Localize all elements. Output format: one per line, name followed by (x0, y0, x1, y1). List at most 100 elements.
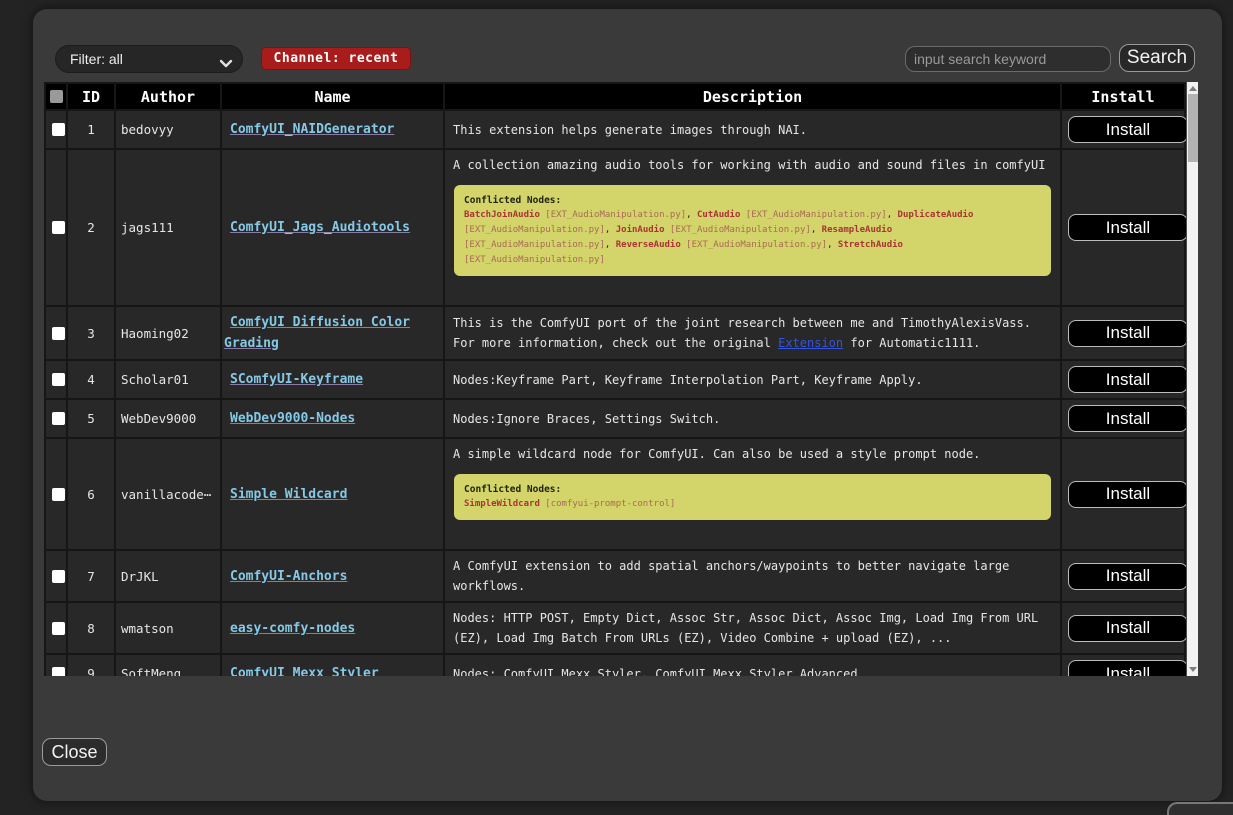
cell-id: 9 (67, 654, 115, 676)
search-button[interactable]: Search (1119, 44, 1195, 72)
install-button[interactable]: Install (1068, 481, 1188, 508)
conflict-node-name: SimpleWildcard (464, 499, 540, 509)
cell-id: 5 (67, 399, 115, 438)
row-checkbox[interactable] (52, 412, 65, 425)
extension-name-link[interactable]: ComfyUI_NAIDGenerator (230, 122, 394, 137)
install-button[interactable]: Install (1068, 615, 1188, 642)
extension-name-link[interactable]: SComfyUI-Keyframe (230, 372, 363, 387)
description-text: Nodes:Ignore Braces, Settings Switch. (453, 409, 1052, 429)
table-scrollbar[interactable] (1186, 82, 1198, 676)
conflict-node-source: [EXT_AudioManipulation.py] (540, 210, 686, 220)
cell-name: ComfyUI Diffusion Color Grading (221, 306, 444, 360)
table-row: 9SoftMengComfyUI_Mexx_StylerNodes: Comfy… (45, 654, 1185, 676)
description-text-part: for Automatic1111. (843, 336, 980, 350)
row-checkbox[interactable] (52, 327, 65, 340)
extension-name-link[interactable]: ComfyUI Diffusion Color Grading (224, 315, 410, 351)
conflict-node-name: JoinAudio (616, 225, 665, 235)
row-checkbox[interactable] (52, 488, 65, 501)
cell-checkbox (45, 110, 67, 149)
cell-name: WebDev9000-Nodes (221, 399, 444, 438)
cell-install: Install (1061, 149, 1185, 306)
cell-checkbox (45, 399, 67, 438)
install-button[interactable]: Install (1068, 563, 1188, 590)
cell-install: Install (1061, 306, 1185, 360)
conflict-warning-box: Conflicted Nodes:BatchJoinAudio [EXT_Aud… (454, 185, 1051, 276)
header-id: ID (67, 83, 115, 110)
select-all-checkbox[interactable] (50, 90, 63, 103)
conflict-node-name: BatchJoinAudio (464, 210, 540, 220)
channel-badge[interactable]: Channel: recent (261, 47, 411, 70)
header-checkbox-cell (45, 83, 67, 110)
cell-id: 8 (67, 602, 115, 654)
cell-description: Nodes: HTTP POST, Empty Dict, Assoc Str,… (444, 602, 1061, 654)
cell-id: 4 (67, 360, 115, 399)
extension-name-link[interactable]: ComfyUI-Anchors (230, 569, 347, 584)
description-text: Nodes:Keyframe Part, Keyframe Interpolat… (453, 370, 1052, 390)
extension-name-link[interactable]: WebDev9000-Nodes (230, 411, 355, 426)
cell-id: 3 (67, 306, 115, 360)
search-input[interactable] (905, 46, 1111, 72)
cell-author: vanillacode⋯ (115, 438, 221, 550)
install-button[interactable]: Install (1068, 320, 1188, 347)
cell-checkbox (45, 306, 67, 360)
cell-checkbox (45, 360, 67, 399)
header-description: Description (444, 83, 1061, 110)
row-checkbox[interactable] (52, 570, 65, 583)
row-checkbox[interactable] (52, 622, 65, 635)
install-button[interactable]: Install (1068, 214, 1188, 241)
cell-checkbox (45, 438, 67, 550)
cell-author: bedovyy (115, 110, 221, 149)
scrollbar-up-arrow-icon[interactable] (1189, 86, 1197, 91)
cell-install: Install (1061, 438, 1185, 550)
row-checkbox[interactable] (52, 221, 65, 234)
cell-author: jags111 (115, 149, 221, 306)
cell-name: Simple Wildcard (221, 438, 444, 550)
scrollbar-thumb[interactable] (1188, 94, 1198, 162)
row-checkbox[interactable] (52, 667, 65, 676)
row-checkbox[interactable] (52, 373, 65, 386)
cell-id: 1 (67, 110, 115, 149)
cell-description: Nodes: ComfyUI Mexx Styler, ComfyUI Mexx… (444, 654, 1061, 676)
conflict-node-name: CutAudio (697, 210, 740, 220)
install-button[interactable]: Install (1068, 366, 1188, 393)
cell-description: Nodes:Ignore Braces, Settings Switch. (444, 399, 1061, 438)
extension-name-link[interactable]: ComfyUI_Jags_Audiotools (230, 220, 410, 235)
conflict-node-source: [comfyui-prompt-control] (540, 499, 675, 509)
custom-nodes-manager-dialog: Filter: all Channel: recent Search ID Au… (33, 9, 1222, 801)
cell-description: Nodes:Keyframe Part, Keyframe Interpolat… (444, 360, 1061, 399)
cell-install: Install (1061, 110, 1185, 149)
extension-table-container: ID Author Name Description Install 1bedo… (44, 82, 1198, 676)
conflict-node-list: SimpleWildcard [comfyui-prompt-control] (464, 497, 1041, 512)
background-panel-edge (1167, 802, 1233, 815)
close-button[interactable]: Close (42, 738, 107, 766)
scrollbar-down-arrow-icon[interactable] (1189, 667, 1197, 672)
cell-description: A ComfyUI extension to add spatial ancho… (444, 550, 1061, 602)
description-text: A simple wildcard node for ComfyUI. Can … (453, 444, 1052, 464)
description-text: A collection amazing audio tools for wor… (453, 155, 1052, 175)
external-extension-link[interactable]: Extension (778, 336, 843, 350)
conflict-node-source: [EXT_AudioManipulation.py] (464, 225, 605, 235)
conflict-node-source: [EXT_AudioManipulation.py] (464, 240, 605, 250)
cell-checkbox (45, 149, 67, 306)
conflict-node-name: ResampleAudio (822, 225, 892, 235)
row-checkbox[interactable] (52, 123, 65, 136)
table-row: 1bedovyy ComfyUI_NAIDGenerator This extens… (45, 110, 1185, 149)
header-author: Author (115, 83, 221, 110)
cell-author: DrJKL (115, 550, 221, 602)
extension-name-link[interactable]: easy-comfy-nodes (230, 621, 355, 636)
install-button[interactable]: Install (1068, 405, 1188, 432)
description-text: This is the ComfyUI port of the joint re… (453, 313, 1052, 353)
conflict-node-source: [EXT_AudioManipulation.py] (464, 255, 605, 265)
extension-name-link[interactable]: Simple Wildcard (230, 487, 347, 502)
cell-install: Install (1061, 654, 1185, 676)
filter-select[interactable]: Filter: all (55, 45, 243, 73)
install-button[interactable]: Install (1068, 660, 1188, 676)
cell-name: ComfyUI_Jags_Audiotools (221, 149, 444, 306)
extension-name-link[interactable]: ComfyUI_Mexx_Styler (230, 666, 379, 676)
cell-name: SComfyUI-Keyframe (221, 360, 444, 399)
install-button[interactable]: Install (1068, 116, 1188, 143)
description-text: This extension helps generate images thr… (453, 120, 1052, 140)
conflict-node-name: DuplicateAudio (898, 210, 974, 220)
table-row: 8wmatsoneasy-comfy-nodesNodes: HTTP POST… (45, 602, 1185, 654)
cell-checkbox (45, 550, 67, 602)
